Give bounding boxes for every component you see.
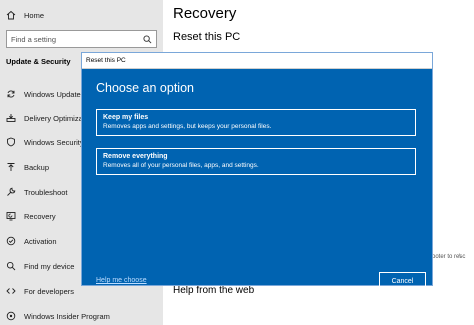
sidebar-item-label: Windows Insider Program [24,311,110,321]
sidebar-item-label: Windows Security [24,137,84,147]
remove-everything-option[interactable]: Remove everything Removes all of your pe… [96,148,416,175]
sidebar-item-label: Backup [24,162,50,172]
sync-icon [6,89,16,99]
search-placeholder: Find a setting [11,34,57,44]
dialog-title: Reset this PC [86,57,126,64]
backup-icon [6,162,16,172]
reset-dialog: Reset this PC Choose an option Keep my f… [81,52,433,290]
keep-files-option[interactable]: Keep my files Removes apps and settings,… [96,109,416,136]
dialog-titlebar: Reset this PC [82,53,432,69]
sidebar-item-label: Home [24,10,45,20]
option-title: Keep my files [103,114,149,121]
sidebar-item-label: Windows Update [24,89,81,99]
delivery-icon [6,113,16,123]
find-device-icon [6,261,16,271]
insider-icon [6,311,16,321]
sidebar-item-home[interactable]: Home [0,3,163,27]
option-description: Removes all of your personal files, apps… [103,162,259,169]
dialog-body: Choose an option Keep my files Removes a… [82,69,432,290]
dialog-heading: Choose an option [96,81,194,95]
page-title: Recovery [173,5,237,22]
sidebar-item-label: For developers [24,286,75,296]
sidebar-item-label: Recovery [24,211,56,221]
sidebar-item-label: Find my device [24,261,75,271]
cancel-button[interactable]: Cancel [379,272,426,290]
section-title: Update & Security [6,57,71,66]
sidebar-item-windows-insider[interactable]: Windows Insider Program [0,304,163,325]
section-heading: Reset this PC [173,31,241,43]
search-input[interactable]: Find a setting [6,30,157,48]
wrench-icon [6,187,16,197]
option-title: Remove everything [103,153,168,160]
search-icon [143,35,152,44]
help-from-web-heading: Help from the web [173,285,255,296]
sidebar-item-label: Troubleshoot [24,187,68,197]
partial-text-2: \ [459,254,461,260]
recovery-icon [6,211,16,221]
activation-icon [6,236,16,246]
shield-icon [6,137,16,147]
option-description: Removes apps and settings, but keeps you… [103,123,272,130]
sidebar-item-label: Activation [24,236,57,246]
developer-icon [6,286,16,296]
home-icon [6,10,16,20]
help-me-choose-link[interactable]: Help me choose [96,277,147,284]
